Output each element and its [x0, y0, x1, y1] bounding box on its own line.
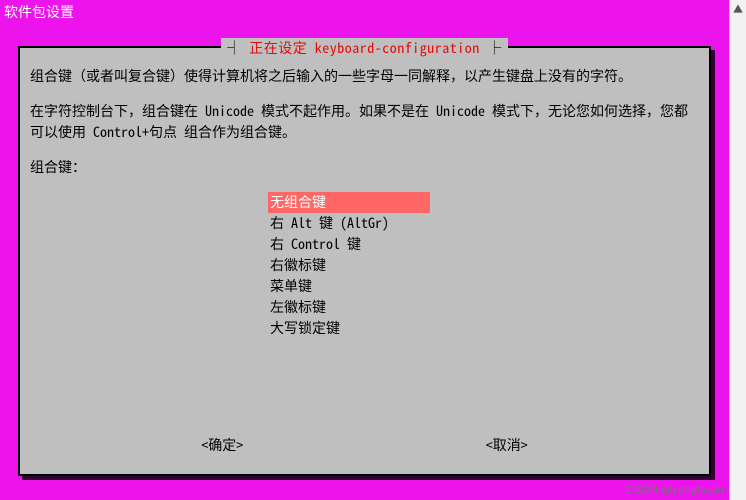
dialog-body: 组合键（或者叫复合键）使得计算机将之后输入的一些字母一同解释，以产生键盘上没有的… — [30, 66, 699, 178]
option-right-logo[interactable]: 右徽标键 — [268, 255, 468, 276]
ok-button[interactable]: <确定> — [201, 435, 243, 456]
button-row: <确定> <取消> — [20, 435, 709, 456]
option-right-alt[interactable]: 右 Alt 键 (AltGr) — [268, 213, 468, 234]
scrollbar[interactable]: ▲ — [729, 0, 746, 500]
option-left-logo[interactable]: 左徽标键 — [268, 297, 468, 318]
option-no-compose[interactable]: 无组合键 — [268, 192, 430, 213]
watermark: CSDN @yangtsejin — [626, 484, 724, 496]
option-menu-key[interactable]: 菜单键 — [268, 276, 468, 297]
option-right-control[interactable]: 右 Control 键 — [268, 234, 468, 255]
scroll-up-icon[interactable]: ▲ — [730, 0, 746, 16]
dialog-title: 正在设定 keyboard-configuration — [249, 38, 480, 58]
window-title: 软件包设置 — [0, 0, 746, 24]
config-dialog: ┤ 正在设定 keyboard-configuration ├ 组合键（或者叫复… — [18, 46, 711, 476]
title-decor-left: ┤ — [227, 38, 249, 58]
title-decor-right: ├ — [480, 38, 502, 58]
prompt-label: 组合键： — [30, 157, 699, 178]
paragraph-1: 组合键（或者叫复合键）使得计算机将之后输入的一些字母一同解释，以产生键盘上没有的… — [30, 66, 699, 87]
options-list[interactable]: 无组合键 右 Alt 键 (AltGr) 右 Control 键 右徽标键 菜单… — [268, 192, 468, 339]
option-caps-lock[interactable]: 大写锁定键 — [268, 318, 468, 339]
cancel-button[interactable]: <取消> — [486, 435, 528, 456]
paragraph-2: 在字符控制台下，组合键在 Unicode 模式不起作用。如果不是在 Unicod… — [30, 101, 699, 143]
dialog-title-row: ┤ 正在设定 keyboard-configuration ├ — [20, 38, 709, 59]
